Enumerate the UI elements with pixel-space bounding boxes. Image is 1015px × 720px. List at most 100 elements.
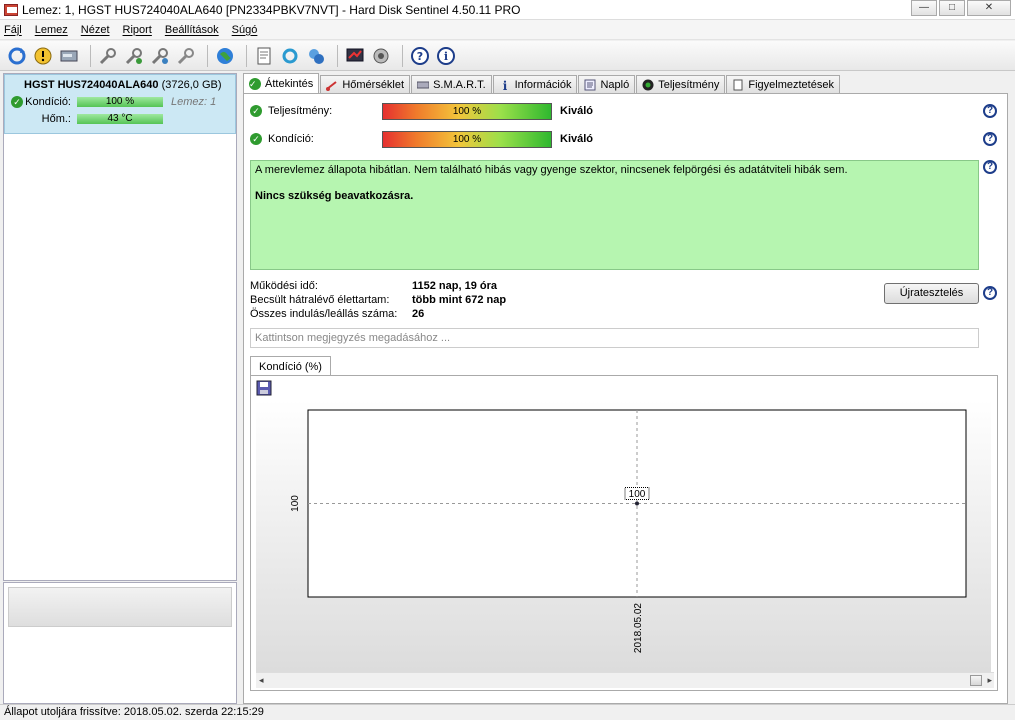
toolbar: ? i bbox=[0, 41, 1015, 71]
start-stop-label: Összes indulás/leállás száma: bbox=[250, 308, 398, 320]
wrench-test-icon[interactable] bbox=[123, 45, 145, 67]
tab-temperature[interactable]: Hőmérséklet bbox=[320, 75, 411, 93]
tab-smart[interactable]: S.M.A.R.T. bbox=[411, 75, 492, 93]
menu-help[interactable]: Súgó bbox=[232, 24, 258, 36]
alert-disk-icon[interactable] bbox=[32, 45, 54, 67]
menu-file[interactable]: Fájl bbox=[4, 24, 22, 36]
menu-disk[interactable]: Lemez bbox=[35, 24, 68, 36]
wrench-settings-icon[interactable] bbox=[175, 45, 197, 67]
disk-name-row: HGST HUS724040ALA640 (3726,0 GB) bbox=[11, 79, 229, 91]
title-bar: Lemez: 1, HGST HUS724040ALA640 [PN2334PB… bbox=[0, 0, 1015, 20]
info-icon[interactable]: i bbox=[435, 45, 457, 67]
status-bar: Állapot utoljára frissítve: 2018.05.02. … bbox=[0, 704, 1015, 720]
menu-bar: Fájl Lemez Nézet Riport Beállítások Súgó bbox=[0, 20, 1015, 40]
check-icon: ✓ bbox=[249, 77, 261, 90]
disk-condition-bar: 100 % bbox=[77, 96, 163, 107]
disk-detail-box bbox=[8, 587, 232, 627]
overview-panel: ✓ Teljesítmény: 100 % Kiváló ? ✓ Kondíci… bbox=[243, 93, 1008, 704]
window-title: Lemez: 1, HGST HUS724040ALA640 [PN2334PB… bbox=[22, 2, 521, 17]
globe-icon[interactable] bbox=[214, 45, 236, 67]
sync-icon[interactable] bbox=[279, 45, 301, 67]
toolbar-separator bbox=[246, 44, 247, 67]
document-icon bbox=[733, 79, 743, 90]
benchmark-icon[interactable] bbox=[344, 45, 366, 67]
data-point bbox=[635, 501, 639, 506]
tab-label: Figyelmeztetések bbox=[748, 78, 834, 91]
condition-label: Kondíció: bbox=[268, 133, 314, 145]
scroll-right-icon[interactable]: ▸ bbox=[987, 675, 992, 686]
condition-bar: 100 % bbox=[382, 130, 552, 148]
condition-status: Kiváló bbox=[560, 133, 594, 145]
help-icon[interactable]: ? bbox=[983, 160, 997, 174]
tab-information[interactable]: i Információk bbox=[492, 75, 578, 93]
thermometer-icon bbox=[326, 80, 337, 91]
tab-label: Teljesítmény bbox=[658, 78, 720, 91]
disk-condition-label: Kondíció: bbox=[25, 95, 71, 108]
start-stop-value: 26 bbox=[412, 308, 425, 320]
disk-capacity: (3726,0 GB) bbox=[161, 79, 222, 91]
scroll-left-icon[interactable]: ◂ bbox=[259, 675, 264, 686]
tab-log[interactable]: Napló bbox=[578, 75, 636, 93]
retest-button[interactable]: Újratesztelés bbox=[884, 283, 979, 304]
disk-list-panel: HGST HUS724040ALA640 (3726,0 GB) ✓ Kondí… bbox=[3, 73, 237, 581]
tab-label: Hőmérséklet bbox=[342, 78, 405, 91]
disk-stats: Működési idő: 1152 nap, 19 óra Becsült há… bbox=[250, 280, 506, 322]
tab-label: Áttekintés bbox=[265, 77, 314, 90]
x-tick-label: 2018.05.02 bbox=[633, 603, 644, 653]
disk-icon bbox=[417, 81, 430, 88]
svg-text:i: i bbox=[444, 50, 448, 63]
tab-label: Napló bbox=[600, 78, 630, 91]
scroll-thumb[interactable] bbox=[970, 675, 982, 686]
y-tick-label: 100 bbox=[290, 495, 301, 512]
help-icon[interactable]: ? bbox=[409, 45, 431, 67]
disk-temp-bar: 43 °C bbox=[77, 113, 163, 124]
tab-alerts[interactable]: Figyelmeztetések bbox=[726, 75, 840, 93]
toolbar-separator bbox=[207, 44, 208, 67]
tab-performance[interactable]: Teljesítmény bbox=[636, 75, 726, 93]
graph-panel: 100 2018.05.02 100 ◂ ▸ bbox=[250, 375, 998, 691]
help-icon[interactable]: ? bbox=[983, 104, 997, 118]
check-icon: ✓ bbox=[250, 105, 262, 117]
menu-report[interactable]: Riport bbox=[123, 24, 152, 36]
check-icon: ✓ bbox=[11, 95, 23, 108]
performance-bar: 100 % bbox=[382, 102, 552, 120]
maximize-button[interactable]: □ bbox=[939, 0, 965, 16]
wrench-check-icon[interactable] bbox=[149, 45, 171, 67]
info-icon: i bbox=[502, 79, 507, 91]
close-button[interactable]: ✕ bbox=[967, 0, 1011, 16]
tab-overview[interactable]: ✓ Áttekintés bbox=[243, 73, 320, 93]
menu-view[interactable]: Nézet bbox=[81, 24, 110, 36]
save-icon[interactable] bbox=[256, 380, 272, 396]
wrench-icon[interactable] bbox=[97, 45, 119, 67]
data-label: 100 bbox=[629, 489, 646, 500]
tab-label: Információk bbox=[514, 78, 572, 91]
tab-condition-graph[interactable]: Kondíció (%) bbox=[250, 356, 331, 376]
status-message-box: A merevlemez állapota hibátlan. Nem talá… bbox=[250, 160, 979, 270]
network-icon[interactable] bbox=[305, 45, 327, 67]
disk-entry[interactable]: HGST HUS724040ALA640 (3726,0 GB) ✓ Kondí… bbox=[4, 74, 236, 134]
check-icon: ✓ bbox=[250, 133, 262, 145]
svg-text:?: ? bbox=[417, 50, 423, 63]
menu-settings[interactable]: Beállítások bbox=[165, 24, 219, 36]
disk-temp-label: Hőm.: bbox=[41, 112, 71, 125]
speaker-icon[interactable] bbox=[370, 45, 392, 67]
minimize-button[interactable]: — bbox=[911, 0, 937, 16]
help-icon[interactable]: ? bbox=[983, 286, 997, 300]
main-tabs: ✓ Áttekintés Hőmérséklet S.M.A.R.T. i In… bbox=[243, 73, 841, 93]
gauge-icon bbox=[642, 79, 654, 90]
uptime-label: Működési idő: bbox=[250, 280, 318, 292]
tab-label: S.M.A.R.T. bbox=[433, 78, 486, 91]
disk-index: Lemez: 1 bbox=[171, 95, 217, 108]
help-icon[interactable]: ? bbox=[983, 132, 997, 146]
app-icon bbox=[4, 3, 18, 16]
performance-label: Teljesítmény: bbox=[268, 105, 333, 117]
refresh-icon[interactable] bbox=[6, 45, 28, 67]
remaining-life-value: több mint 672 nap bbox=[412, 294, 507, 306]
report-icon[interactable] bbox=[253, 45, 275, 67]
disk-temp-row: Hőm.: 43 °C bbox=[11, 112, 229, 125]
status-recommendation: Nincs szükség beavatkozásra. bbox=[255, 190, 414, 202]
horizontal-scrollbar[interactable]: ◂ ▸ bbox=[256, 672, 994, 688]
disk-drive-icon[interactable] bbox=[58, 45, 80, 67]
note-input[interactable]: Kattintson megjegyzés megadásához ... bbox=[250, 328, 979, 348]
svg-text:i: i bbox=[502, 79, 507, 91]
